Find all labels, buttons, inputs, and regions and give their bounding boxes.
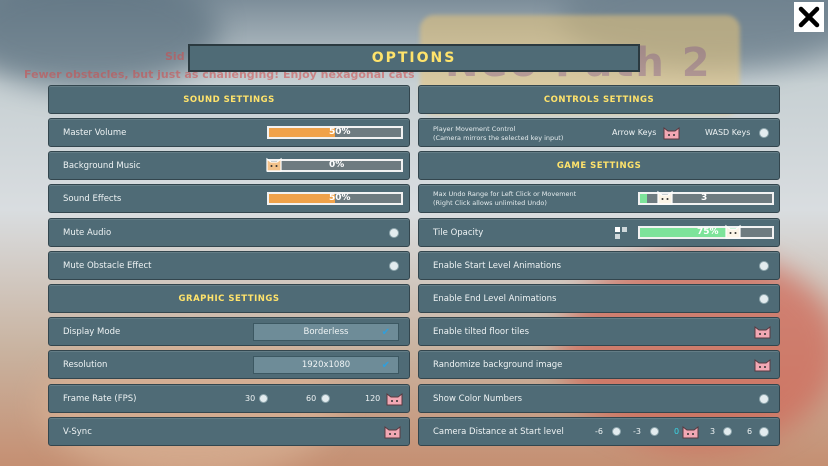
- undo-range-slider[interactable]: 3: [638, 189, 774, 205]
- master-volume-slider[interactable]: 50%: [267, 126, 403, 139]
- background-text-1: Sid: [165, 50, 185, 63]
- display-mode-value: Borderless: [303, 326, 349, 337]
- end-animations-row[interactable]: Enable End Level Animations: [418, 284, 780, 313]
- undo-range-row: Max Undo Range for Left Click or Movemen…: [418, 184, 780, 213]
- start-animations-label: Enable Start Level Animations: [433, 260, 562, 271]
- arrow-keys-label: Arrow Keys: [612, 128, 657, 137]
- color-numbers-toggle[interactable]: [759, 393, 769, 404]
- undo-range-fill: [640, 194, 647, 203]
- frame-rate-label: Frame Rate (FPS): [63, 393, 137, 404]
- cam-3-label: 3: [710, 427, 716, 436]
- tilted-tiles-cat-icon[interactable]: [754, 325, 771, 339]
- tile-opacity-row: Tile Opacity 75%: [418, 218, 780, 247]
- background-music-row: Background Music 0%: [48, 151, 410, 180]
- fps-60-label: 60: [306, 394, 317, 403]
- cam-6-radio[interactable]: [759, 426, 769, 437]
- randomize-bg-row[interactable]: Randomize background image: [418, 350, 780, 379]
- tilted-tiles-label: Enable tilted floor tiles: [433, 326, 530, 337]
- fps-30-radio[interactable]: [259, 394, 268, 403]
- master-volume-fill: [269, 128, 335, 137]
- vsync-label: V-Sync: [63, 426, 92, 437]
- randomize-bg-label: Randomize background image: [433, 359, 563, 370]
- master-volume-value: 50%: [329, 127, 351, 137]
- frame-rate-row: Frame Rate (FPS) 30 60 120: [48, 384, 410, 413]
- cat-slider-knob-icon[interactable]: [265, 156, 283, 172]
- arrow-keys-selected-cat-icon[interactable]: [663, 126, 680, 140]
- display-mode-label: Display Mode: [63, 326, 121, 337]
- display-mode-row: Display Mode Borderless ✔: [48, 317, 410, 346]
- fps-120-label: 120: [365, 394, 381, 403]
- cam-minus6-radio[interactable]: [612, 427, 621, 436]
- tile-opacity-slider[interactable]: 75%: [638, 223, 774, 239]
- mute-obstacle-label: Mute Obstacle Effect: [63, 260, 152, 271]
- sound-effects-row: Sound Effects 50%: [48, 184, 410, 213]
- fps-30-label: 30: [245, 394, 256, 403]
- camera-distance-row: Camera Distance at Start level -6 -3 0 3…: [418, 417, 780, 446]
- tilted-tiles-row[interactable]: Enable tilted floor tiles: [418, 317, 780, 346]
- close-button[interactable]: [794, 2, 824, 32]
- controls-settings-header: CONTROLS SETTINGS: [418, 85, 780, 114]
- sound-effects-value: 50%: [329, 193, 351, 203]
- sound-settings-header: SOUND SETTINGS: [48, 85, 410, 114]
- cam-0-selected-cat-icon[interactable]: [682, 425, 699, 439]
- cam-3-radio[interactable]: [723, 427, 732, 436]
- cam-0-label: 0: [674, 427, 680, 436]
- graphic-settings-header: GRAPHIC SETTINGS: [48, 284, 410, 313]
- tile-grid-icon: [615, 227, 627, 239]
- sound-effects-label: Sound Effects: [63, 193, 122, 204]
- randomize-bg-cat-icon[interactable]: [754, 358, 771, 372]
- mute-audio-toggle[interactable]: [389, 227, 399, 238]
- game-settings-header: GAME SETTINGS: [418, 151, 780, 180]
- cam-minus3-radio[interactable]: [650, 427, 659, 436]
- selected-cat-icon[interactable]: [386, 392, 403, 406]
- resolution-row: Resolution 1920x1080 ✔: [48, 350, 410, 379]
- close-icon: [798, 6, 820, 28]
- master-volume-row: Master Volume 50%: [48, 118, 410, 147]
- undo-line-2: (Right Click allows unlimited Undo): [433, 198, 547, 207]
- master-volume-label: Master Volume: [63, 127, 127, 138]
- camera-distance-label: Camera Distance at Start level: [433, 426, 564, 437]
- mute-obstacle-toggle[interactable]: [389, 260, 399, 271]
- cam-6-label: 6: [747, 427, 753, 436]
- chevron-down-icon: ✔: [381, 359, 390, 371]
- wasd-keys-radio[interactable]: [759, 127, 769, 138]
- display-mode-dropdown[interactable]: Borderless ✔: [253, 322, 399, 341]
- vsync-cat-icon[interactable]: [384, 425, 401, 439]
- cat-slider-knob-icon[interactable]: [656, 189, 674, 205]
- chevron-down-icon: ✔: [381, 326, 390, 338]
- color-numbers-label: Show Color Numbers: [433, 393, 523, 404]
- undo-range-label: Max Undo Range for Left Click or Movemen…: [433, 190, 576, 207]
- background-music-label: Background Music: [63, 160, 141, 171]
- wasd-keys-label: WASD Keys: [705, 128, 751, 137]
- cam-minus6-label: -6: [595, 427, 603, 436]
- background-music-slider[interactable]: 0%: [265, 156, 403, 172]
- end-animations-toggle[interactable]: [759, 293, 769, 304]
- movement-line-1: Player Movement Control: [433, 125, 516, 133]
- resolution-value: 1920x1080: [301, 359, 351, 370]
- resolution-label: Resolution: [63, 359, 108, 370]
- end-animations-label: Enable End Level Animations: [433, 293, 557, 304]
- fps-60-radio[interactable]: [321, 394, 330, 403]
- cam-minus3-label: -3: [633, 427, 641, 436]
- tile-opacity-value: 75%: [697, 227, 719, 237]
- movement-control-row: Player Movement Control (Camera mirrors …: [418, 118, 780, 147]
- vsync-row[interactable]: V-Sync: [48, 417, 410, 446]
- undo-range-value: 3: [701, 193, 708, 203]
- cat-slider-knob-icon[interactable]: [724, 223, 742, 239]
- resolution-dropdown[interactable]: 1920x1080 ✔: [253, 355, 399, 374]
- undo-line-1: Max Undo Range for Left Click or Movemen…: [433, 190, 577, 198]
- movement-control-label: Player Movement Control (Camera mirrors …: [433, 125, 563, 142]
- color-numbers-row[interactable]: Show Color Numbers: [418, 384, 780, 413]
- mute-obstacle-row[interactable]: Mute Obstacle Effect: [48, 251, 410, 280]
- sound-effects-fill: [269, 194, 335, 203]
- start-animations-toggle[interactable]: [759, 260, 769, 271]
- start-animations-row[interactable]: Enable Start Level Animations: [418, 251, 780, 280]
- sound-effects-slider[interactable]: 50%: [267, 192, 403, 205]
- mute-audio-label: Mute Audio: [63, 227, 112, 238]
- options-title: OPTIONS: [188, 44, 640, 72]
- tile-opacity-label: Tile Opacity: [433, 227, 484, 238]
- movement-line-2: (Camera mirrors the selected key input): [433, 133, 564, 142]
- background-music-value: 0%: [329, 160, 345, 170]
- mute-audio-row[interactable]: Mute Audio: [48, 218, 410, 247]
